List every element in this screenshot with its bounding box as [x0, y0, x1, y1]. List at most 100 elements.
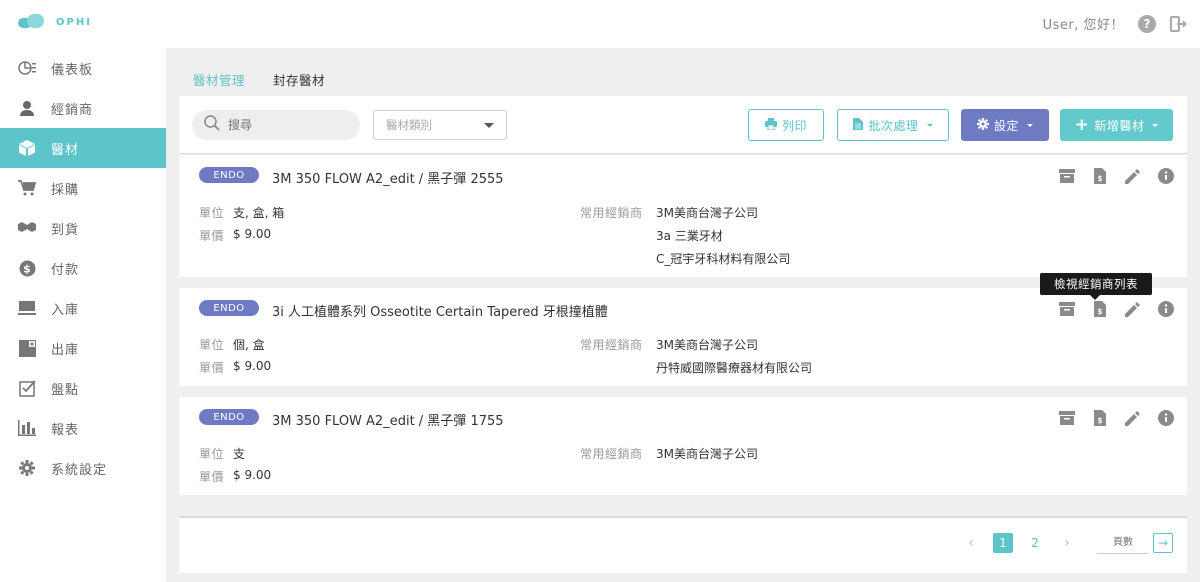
unit-value: 個, 盒: [233, 338, 265, 352]
svg-text:$: $: [1097, 416, 1102, 425]
search-box[interactable]: [192, 110, 360, 140]
supply-name[interactable]: 3i 人工植體系列 Osseotite Certain Tapered 牙根撞植…: [272, 301, 608, 320]
card-actions: $: [1058, 300, 1175, 318]
price-label: 單價: [199, 361, 225, 375]
sidebar-item-payment[interactable]: $ 付款: [0, 248, 166, 288]
sidebar-item-arrival[interactable]: 到貨: [0, 208, 166, 248]
archive-icon[interactable]: [1058, 409, 1076, 427]
sidebar-item-label: 付款: [51, 262, 80, 278]
header-user-area: User, 您好！ ?: [1043, 14, 1188, 33]
dealer-list-icon[interactable]: $: [1091, 409, 1109, 427]
settings-button[interactable]: 設定: [961, 109, 1049, 141]
unit-value: 支: [233, 447, 246, 461]
user-icon: [18, 99, 36, 117]
batch-process-button[interactable]: 批次處理: [837, 109, 949, 141]
edit-icon[interactable]: [1124, 409, 1142, 427]
sidebar-item-stock-out[interactable]: 出庫: [0, 328, 166, 368]
card-actions: $: [1058, 167, 1175, 185]
unit-label: 單位: [199, 338, 225, 352]
go-to-page-button[interactable]: →: [1153, 533, 1173, 553]
dealer-name: 3M美商台灣子公司: [656, 447, 758, 461]
dealer-list-icon[interactable]: $: [1091, 300, 1109, 318]
box-icon: [18, 139, 36, 157]
dealer-name: 3M美商台灣子公司: [656, 338, 758, 352]
tooltip-arrow: [1090, 295, 1100, 300]
page-button[interactable]: 1: [993, 533, 1013, 553]
price-label: 單價: [199, 470, 225, 484]
plus-icon: +: [1074, 114, 1090, 135]
sidebar-item-dealers[interactable]: 經銷商: [0, 88, 166, 128]
page-button[interactable]: 2: [1025, 533, 1045, 553]
page-number-input[interactable]: [1097, 532, 1149, 554]
archive-icon[interactable]: [1058, 167, 1076, 185]
inbox-icon: [18, 299, 36, 317]
sidebar-item-label: 入庫: [51, 302, 80, 318]
sidebar: 儀表板 經銷商 醫材 採購 到貨 $ 付款 入庫 出庫 盤點 報表 系統設定: [0, 48, 166, 582]
toolbar: 醫材類別 列印 批次處理 設定 + 新增醫材: [179, 96, 1187, 154]
info-icon[interactable]: [1157, 300, 1175, 318]
dealer-name: 3M美商台灣子公司: [656, 206, 758, 220]
category-badge: ENDO: [199, 300, 259, 316]
sidebar-item-purchase[interactable]: 採購: [0, 168, 166, 208]
archive-icon[interactable]: [1058, 300, 1076, 318]
sidebar-item-dashboard[interactable]: 儀表板: [0, 48, 166, 88]
price-value: $ 9.00: [233, 359, 272, 373]
dealer-name: C_冠宇牙科材料有限公司: [656, 252, 791, 266]
handshake-icon: [18, 219, 36, 237]
price-value: $ 9.00: [233, 227, 272, 241]
help-icon[interactable]: ?: [1138, 14, 1156, 33]
user-greeting: User, 您好！: [1042, 18, 1124, 33]
supply-name[interactable]: 3M 350 FLOW A2_edit / 黑子彈 1755: [272, 410, 504, 429]
info-icon[interactable]: [1157, 409, 1175, 427]
svg-text:$: $: [1097, 174, 1102, 183]
chevron-down-icon: [926, 123, 933, 127]
category-badge: ENDO: [199, 167, 259, 183]
dealer-label: 常用經銷商: [580, 206, 643, 220]
logout-icon[interactable]: [1170, 15, 1188, 33]
checkbox-icon: [18, 379, 36, 397]
chevron-right-icon[interactable]: ›: [1057, 533, 1077, 553]
outbox-icon: [18, 339, 36, 357]
sidebar-item-label: 醫材: [51, 142, 80, 158]
sidebar-item-label: 到貨: [51, 222, 80, 238]
search-input[interactable]: [228, 118, 338, 132]
price-value: $ 9.00: [233, 468, 272, 482]
supply-name[interactable]: 3M 350 FLOW A2_edit / 黑子彈 2555: [272, 168, 504, 187]
sidebar-item-reports[interactable]: 報表: [0, 408, 166, 448]
sidebar-item-system-settings[interactable]: 系統設定: [0, 448, 166, 488]
pagination-bar: ‹ 1 2 › →: [179, 516, 1187, 573]
add-supply-button[interactable]: + 新增醫材: [1060, 109, 1173, 141]
edit-icon[interactable]: [1124, 300, 1142, 318]
sidebar-item-label: 採購: [51, 182, 80, 198]
app-logo[interactable]: OPHI: [18, 12, 92, 32]
gear-icon: [18, 459, 36, 477]
unit-label: 單位: [199, 206, 225, 220]
sidebar-item-label: 出庫: [51, 342, 80, 358]
supply-card: ENDO 3M 350 FLOW A2_edit / 黑子彈 1755 $ 單位…: [179, 397, 1187, 495]
category-badge: ENDO: [199, 409, 259, 425]
dealer-label: 常用經銷商: [580, 338, 643, 352]
batch-process-label: 批次處理: [868, 118, 919, 133]
dealer-list-icon[interactable]: $: [1091, 167, 1109, 185]
category-select[interactable]: 醫材類別: [373, 110, 507, 140]
edit-icon[interactable]: [1124, 167, 1142, 185]
sidebar-item-label: 儀表板: [51, 62, 94, 78]
sidebar-item-stock-in[interactable]: 入庫: [0, 288, 166, 328]
add-supply-label: 新增醫材: [1094, 118, 1145, 133]
printer-icon: [764, 117, 777, 133]
dealer-label: 常用經銷商: [580, 447, 643, 461]
sidebar-item-label: 報表: [51, 422, 80, 438]
gear-icon: [976, 117, 989, 133]
settings-label: 設定: [993, 118, 1019, 133]
sidebar-item-inventory-check[interactable]: 盤點: [0, 368, 166, 408]
document-icon: [853, 117, 864, 133]
dollar-icon: $: [18, 259, 36, 277]
print-button[interactable]: 列印: [748, 109, 824, 141]
supply-card: ENDO 3i 人工植體系列 Osseotite Certain Tapered…: [179, 288, 1187, 386]
chevron-left-icon[interactable]: ‹: [961, 533, 981, 553]
info-icon[interactable]: [1157, 167, 1175, 185]
dealer-name: 3a 三業牙材: [656, 229, 723, 243]
sidebar-item-label: 經銷商: [51, 102, 94, 118]
unit-value: 支, 盒, 箱: [233, 206, 285, 220]
sidebar-item-medical-supplies[interactable]: 醫材: [0, 128, 166, 168]
